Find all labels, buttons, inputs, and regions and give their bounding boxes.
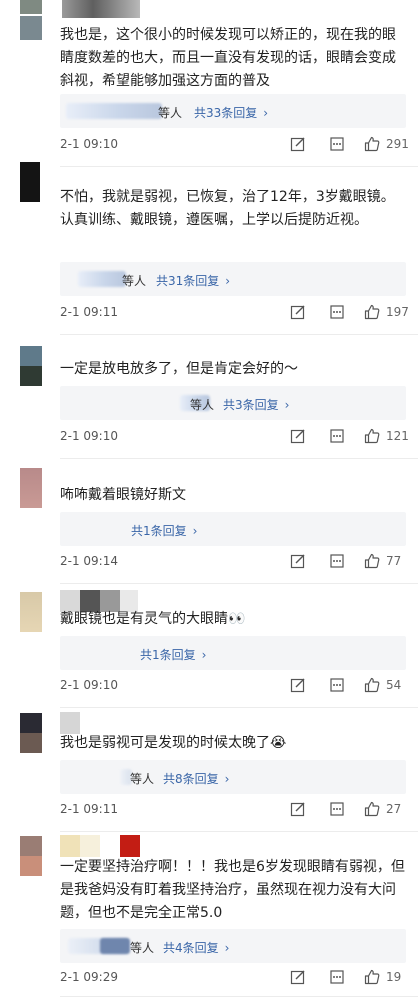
view-replies-link[interactable]: 共4条回复 › bbox=[163, 939, 229, 956]
like-count: 77 bbox=[386, 554, 402, 568]
like-count: 291 bbox=[386, 137, 409, 151]
like-count: 19 bbox=[386, 970, 402, 984]
thumbs-up-icon[interactable] bbox=[364, 304, 380, 320]
view-replies-link[interactable]: 共8条回复 › bbox=[163, 770, 229, 787]
comment-meta: 2-1 09:29 19 bbox=[60, 969, 406, 987]
chevron-right-icon: › bbox=[224, 772, 230, 786]
comment-meta: 2-1 09:10 121 bbox=[60, 428, 409, 446]
reply-summary[interactable]: 等人 共33条回复 › bbox=[60, 94, 406, 128]
reply-authors: 等人 bbox=[130, 941, 155, 955]
more-icon[interactable] bbox=[329, 801, 345, 817]
comment-meta: 2-1 09:10 291 bbox=[60, 136, 409, 154]
divider bbox=[60, 334, 418, 335]
edit-icon[interactable] bbox=[290, 969, 306, 985]
reply-summary[interactable]: 等人 共8条回复 › bbox=[60, 760, 406, 794]
edit-icon[interactable] bbox=[290, 553, 306, 569]
like-count: 54 bbox=[386, 678, 402, 692]
more-icon[interactable] bbox=[329, 136, 345, 152]
comment-text: 一定是放电放多了，但是肯定会好的～ bbox=[60, 361, 298, 377]
comment-text: 咘咘戴着眼镜好斯文 bbox=[60, 487, 186, 503]
divider bbox=[60, 831, 418, 832]
comment-date: 2-1 09:11 bbox=[60, 802, 118, 816]
avatar[interactable] bbox=[20, 16, 42, 40]
view-replies-link[interactable]: 共33条回复 › bbox=[194, 104, 268, 121]
user-name-blurred bbox=[60, 712, 80, 734]
like-count: 197 bbox=[386, 305, 409, 319]
thumbs-up-icon[interactable] bbox=[364, 969, 380, 985]
chevron-right-icon: › bbox=[263, 106, 269, 120]
avatar[interactable] bbox=[20, 468, 42, 508]
comment-meta: 2-1 09:11 27 bbox=[60, 801, 406, 819]
divider bbox=[60, 996, 418, 997]
view-replies-link[interactable]: 共1条回复 › bbox=[131, 522, 197, 539]
comment-meta: 2-1 09:14 77 bbox=[60, 553, 406, 571]
comment-date: 2-1 09:14 bbox=[60, 554, 118, 568]
edit-icon[interactable] bbox=[290, 677, 306, 693]
more-icon[interactable] bbox=[329, 553, 345, 569]
more-icon[interactable] bbox=[329, 428, 345, 444]
comment-text: 不怕，我就是弱视，已恢复，治了12年，3岁戴眼镜。认真训练、戴眼镜，遵医嘱，上学… bbox=[60, 189, 395, 228]
thumbs-up-icon[interactable] bbox=[364, 136, 380, 152]
reply-authors: 等人 bbox=[130, 772, 155, 786]
edit-icon[interactable] bbox=[290, 801, 306, 817]
edit-icon[interactable] bbox=[290, 304, 306, 320]
comment-date: 2-1 09:10 bbox=[60, 678, 118, 692]
reply-summary[interactable]: 等人 共4条回复 › bbox=[60, 929, 406, 963]
thumbs-up-icon[interactable] bbox=[364, 677, 380, 693]
chevron-right-icon: › bbox=[284, 398, 290, 412]
reply-summary[interactable]: 等人 共3条回复 › bbox=[60, 386, 406, 420]
view-replies-link[interactable]: 共3条回复 › bbox=[223, 396, 289, 413]
chevron-right-icon: › bbox=[192, 524, 198, 538]
like-count: 27 bbox=[386, 802, 402, 816]
chevron-right-icon: › bbox=[225, 274, 231, 288]
view-replies-link[interactable]: 共1条回复 › bbox=[140, 646, 206, 663]
chevron-right-icon: › bbox=[201, 648, 207, 662]
comment-date: 2-1 09:10 bbox=[60, 137, 118, 151]
thumbs-up-icon[interactable] bbox=[364, 553, 380, 569]
view-replies-link[interactable]: 共31条回复 › bbox=[156, 272, 230, 289]
reply-summary[interactable]: 共1条回复 › bbox=[60, 636, 406, 670]
comment-meta: 2-1 09:11 197 bbox=[60, 304, 409, 322]
reply-summary[interactable]: 共1条回复 › bbox=[60, 512, 406, 546]
reply-authors: 等人 bbox=[122, 274, 147, 288]
avatar[interactable] bbox=[20, 836, 42, 876]
user-name-blurred bbox=[60, 835, 140, 857]
comment-text: 我也是，这个很小的时候发现可以矫正的，现在我的眼睛度数差的也大，而且一直没有发现… bbox=[60, 27, 396, 89]
divider bbox=[60, 166, 418, 167]
edit-icon[interactable] bbox=[290, 428, 306, 444]
thumbs-up-icon[interactable] bbox=[364, 801, 380, 817]
comment-date: 2-1 09:11 bbox=[60, 305, 118, 319]
avatar[interactable] bbox=[20, 592, 42, 632]
like-count: 121 bbox=[386, 429, 409, 443]
divider bbox=[60, 458, 418, 459]
avatar[interactable] bbox=[20, 162, 40, 202]
reply-authors: 等人 bbox=[158, 106, 183, 120]
divider bbox=[60, 583, 418, 584]
avatar[interactable] bbox=[20, 713, 42, 753]
more-icon[interactable] bbox=[329, 677, 345, 693]
comment-text: 戴眼镜也是有灵气的大眼睛👀 bbox=[60, 611, 246, 627]
comment-date: 2-1 09:29 bbox=[60, 970, 118, 984]
more-icon[interactable] bbox=[329, 969, 345, 985]
comment-meta: 2-1 09:10 54 bbox=[60, 677, 406, 695]
comment-text: 我也是弱视可是发现的时候太晚了😭 bbox=[60, 735, 287, 751]
previous-comment-fragment bbox=[0, 0, 418, 18]
comment-date: 2-1 09:10 bbox=[60, 429, 118, 443]
comment-text: 一定要坚持治疗啊！！！我也是6岁发现眼睛有弱视，但是我爸妈没有盯着我坚持治疗，虽… bbox=[60, 859, 405, 921]
edit-icon[interactable] bbox=[290, 136, 306, 152]
avatar[interactable] bbox=[20, 346, 42, 386]
chevron-right-icon: › bbox=[224, 941, 230, 955]
reply-summary[interactable]: 等人 共31条回复 › bbox=[60, 262, 406, 296]
reply-authors: 等人 bbox=[190, 398, 215, 412]
more-icon[interactable] bbox=[329, 304, 345, 320]
divider bbox=[60, 707, 418, 708]
thumbs-up-icon[interactable] bbox=[364, 428, 380, 444]
